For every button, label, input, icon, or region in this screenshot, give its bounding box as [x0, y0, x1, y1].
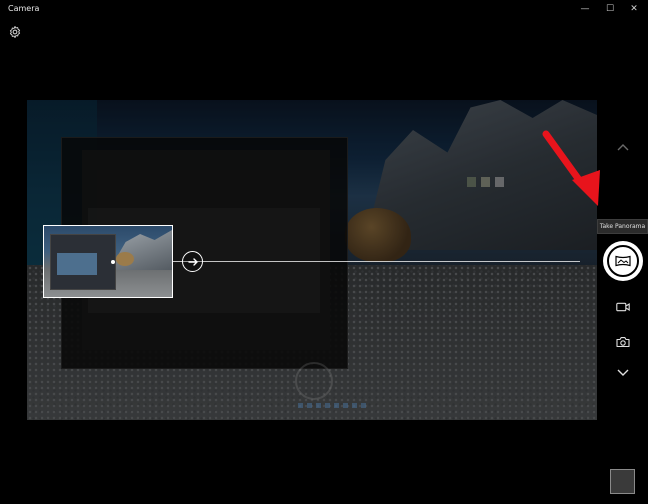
- chevron-down-icon: [617, 369, 629, 376]
- chevron-up-icon: [617, 144, 629, 151]
- panorama-capture-frame: [43, 225, 173, 298]
- panorama-icon: [615, 255, 631, 267]
- video-camera-icon: [616, 302, 630, 312]
- camera-icon: [616, 337, 630, 348]
- gallery-thumbnail-button[interactable]: [610, 469, 635, 494]
- arrow-right-icon: [187, 257, 198, 266]
- video-mode-button[interactable]: [612, 296, 634, 318]
- take-panorama-tooltip: Take Panorama: [597, 219, 648, 234]
- maximize-button[interactable]: ☐: [599, 2, 621, 16]
- mode-down-button[interactable]: [612, 362, 634, 384]
- settings-button[interactable]: [8, 24, 22, 39]
- minimize-button[interactable]: —: [574, 2, 596, 16]
- mode-up-button[interactable]: [612, 136, 634, 158]
- close-button[interactable]: ✕: [623, 2, 645, 16]
- window-title: Camera: [8, 4, 40, 13]
- panorama-direction-indicator: [182, 251, 203, 272]
- red-annotation-arrow: [542, 130, 600, 206]
- photo-mode-button[interactable]: [612, 331, 634, 353]
- title-bar: Camera — ☐ ✕: [0, 0, 648, 18]
- take-panorama-button[interactable]: [603, 241, 643, 281]
- panorama-guide-line: [172, 261, 580, 262]
- gear-icon: [9, 25, 21, 39]
